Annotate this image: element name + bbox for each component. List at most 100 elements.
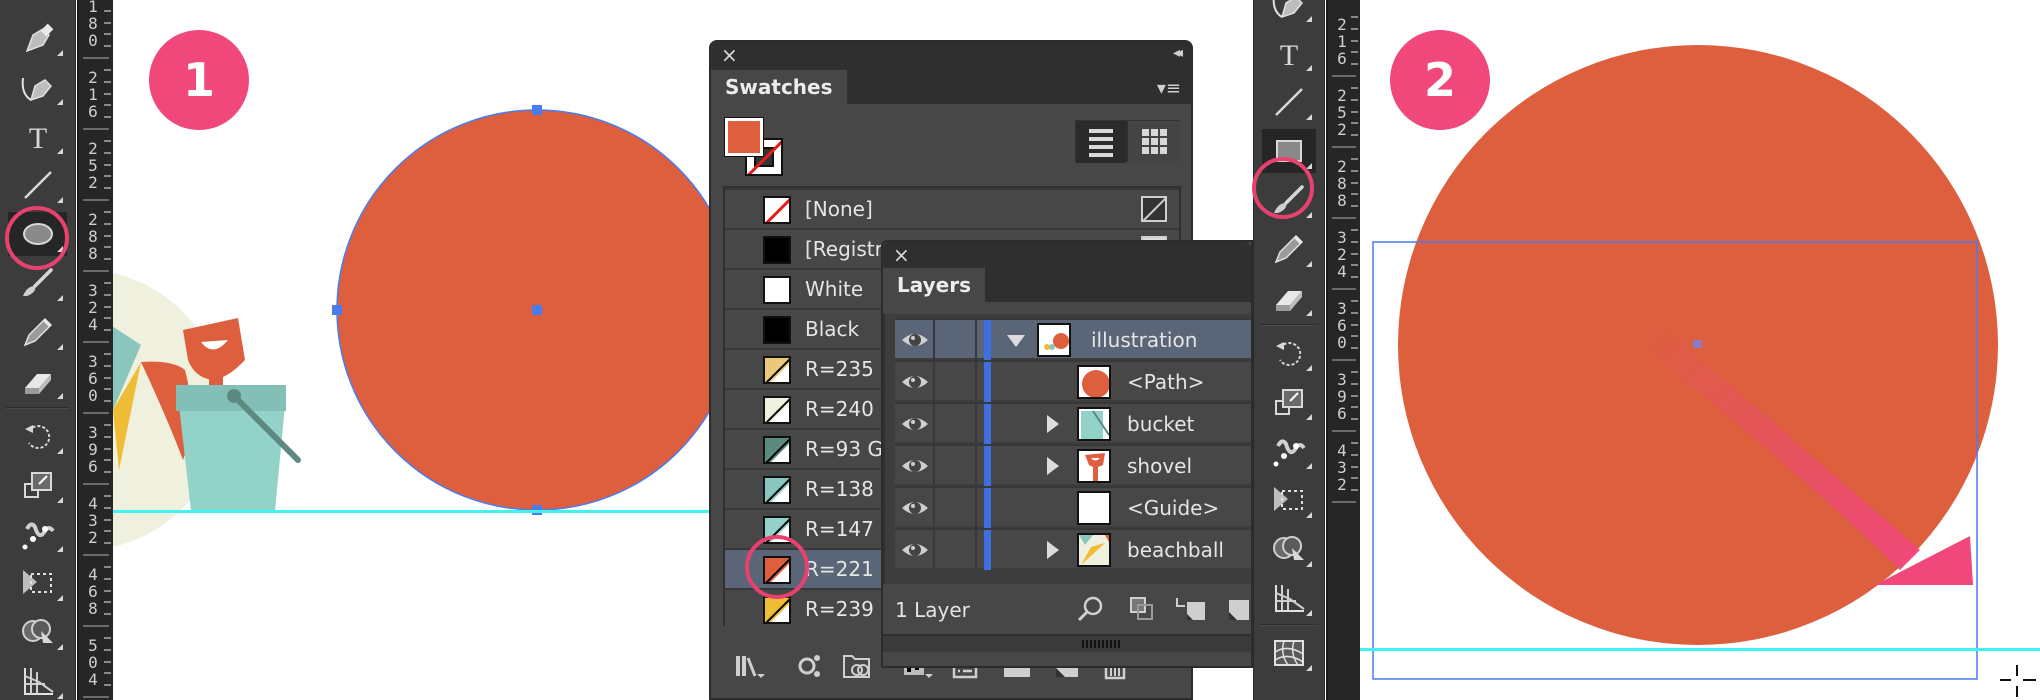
curvature-tool[interactable] bbox=[0, 63, 75, 111]
lock-toggle[interactable] bbox=[937, 488, 977, 528]
layers-list[interactable]: illustration <Path> bucket shovel <Guide> bea… bbox=[883, 314, 1251, 584]
layer-row[interactable]: illustration bbox=[895, 318, 1251, 360]
layer-name[interactable]: shovel bbox=[1127, 454, 1192, 478]
type-tool[interactable]: T bbox=[1254, 29, 1324, 77]
puppet-warp-tool[interactable] bbox=[0, 510, 75, 558]
visibility-toggle[interactable] bbox=[895, 530, 935, 570]
layer-name[interactable]: <Guide> bbox=[1127, 496, 1219, 520]
ruler-minor-tick bbox=[104, 305, 111, 308]
twirl-closed-icon[interactable] bbox=[1047, 457, 1059, 475]
ruler-label: 216 bbox=[88, 68, 98, 121]
visibility-toggle[interactable] bbox=[895, 404, 935, 444]
close-icon[interactable]: × bbox=[721, 44, 738, 66]
rotate-tool[interactable] bbox=[0, 412, 75, 460]
ruler-minor-tick bbox=[104, 506, 111, 509]
ruler-label: 432 bbox=[88, 494, 98, 547]
pencil-tool[interactable] bbox=[1254, 225, 1324, 273]
curvature-tool[interactable] bbox=[1254, 0, 1324, 28]
swatch-libraries-icon[interactable] bbox=[733, 650, 767, 682]
locate-object-icon[interactable] bbox=[1075, 594, 1105, 624]
twirl-open-icon[interactable] bbox=[1007, 335, 1025, 347]
shape-builder-tool[interactable] bbox=[0, 608, 75, 656]
visibility-toggle[interactable] bbox=[895, 362, 935, 402]
new-layer-icon[interactable] bbox=[1223, 594, 1253, 624]
shape-builder-tool[interactable] bbox=[1254, 525, 1324, 573]
lock-toggle[interactable] bbox=[937, 320, 977, 360]
ruler-minor-tick bbox=[104, 447, 111, 450]
collapse-panel-icon[interactable]: ◂◂ bbox=[1173, 45, 1183, 61]
visibility-toggle[interactable] bbox=[895, 488, 935, 528]
layer-color-indicator bbox=[984, 488, 991, 528]
panel-menu-icon[interactable]: ▾≡ bbox=[1157, 78, 1181, 99]
cc-library-icon[interactable] bbox=[841, 650, 875, 682]
show-kinds-icon[interactable] bbox=[795, 650, 829, 682]
puppet-warp-tool[interactable] bbox=[1254, 427, 1324, 475]
ruler-label: 288 bbox=[88, 210, 98, 263]
lock-toggle[interactable] bbox=[937, 404, 977, 444]
ruler-minor-tick bbox=[104, 139, 111, 142]
free-transform-tool[interactable] bbox=[1254, 476, 1324, 524]
flyout-indicator-icon bbox=[57, 148, 63, 154]
layer-row[interactable]: <Path> bbox=[895, 360, 1251, 402]
layer-name[interactable]: illustration bbox=[1091, 328, 1197, 352]
ruler-major-tick bbox=[83, 341, 109, 343]
layer-name[interactable]: beachball bbox=[1127, 538, 1224, 562]
anchor-point-top bbox=[532, 105, 542, 115]
horizontal-guide[interactable] bbox=[1360, 648, 2040, 651]
grid-view-button[interactable] bbox=[1128, 121, 1180, 163]
make-clipping-mask-icon[interactable] bbox=[1127, 594, 1157, 624]
lock-toggle[interactable] bbox=[937, 446, 977, 486]
mesh-tool[interactable] bbox=[1254, 629, 1324, 677]
pencil-tool[interactable] bbox=[0, 308, 75, 356]
scale-icon bbox=[23, 472, 52, 498]
layer-name[interactable]: <Path> bbox=[1127, 370, 1204, 394]
bucket[interactable] bbox=[176, 385, 301, 511]
swatch-row[interactable]: [None] bbox=[725, 188, 1179, 228]
perspective-grid-tool[interactable] bbox=[0, 657, 75, 700]
step2-artwork[interactable] bbox=[1360, 0, 2040, 700]
perspective-grid-tool[interactable] bbox=[1254, 574, 1324, 622]
layer-row[interactable]: <Guide> bbox=[895, 486, 1251, 528]
rotate-tool[interactable] bbox=[1254, 329, 1324, 377]
highlight-ring-rectangle-tool bbox=[1252, 157, 1314, 219]
layer-row[interactable]: bucket bbox=[895, 402, 1251, 444]
eraser-tool[interactable] bbox=[0, 357, 75, 405]
swatches-titlebar[interactable]: × ◂◂ bbox=[711, 42, 1191, 70]
scale-tool[interactable] bbox=[1254, 378, 1324, 426]
layers-resize-bar[interactable] bbox=[883, 634, 1251, 652]
free-transform-tool[interactable] bbox=[0, 559, 75, 607]
tab-swatches[interactable]: Swatches bbox=[711, 70, 847, 106]
layer-row[interactable]: beachball bbox=[895, 528, 1251, 570]
artboard-canvas-step2[interactable]: 2 bbox=[1360, 0, 2040, 700]
eye-icon bbox=[902, 502, 928, 514]
perspective-grid-icon bbox=[23, 668, 54, 695]
eraser-tool[interactable] bbox=[1254, 274, 1324, 322]
ruler-minor-tick bbox=[104, 636, 111, 639]
layer-row[interactable]: shovel bbox=[895, 444, 1251, 486]
list-view-button[interactable] bbox=[1076, 121, 1126, 163]
new-sublayer-icon[interactable] bbox=[1173, 594, 1207, 624]
swatch-color-chip bbox=[763, 236, 791, 264]
type-tool[interactable]: T bbox=[0, 112, 75, 160]
line-tool[interactable] bbox=[1254, 78, 1324, 126]
svg-text:T: T bbox=[1280, 39, 1298, 72]
resize-grip-icon[interactable] bbox=[1081, 640, 1122, 648]
twirl-closed-icon[interactable] bbox=[1047, 541, 1059, 559]
twirl-closed-icon[interactable] bbox=[1047, 415, 1059, 433]
fill-stroke-indicator[interactable] bbox=[724, 117, 785, 178]
layers-tabstrip: Layers bbox=[883, 268, 1251, 304]
selected-ellipse-path[interactable] bbox=[332, 105, 738, 515]
layer-name[interactable]: bucket bbox=[1127, 412, 1194, 436]
tab-layers[interactable]: Layers bbox=[883, 268, 985, 304]
lock-toggle[interactable] bbox=[937, 362, 977, 402]
fill-swatch[interactable] bbox=[724, 117, 764, 157]
pen-tool[interactable] bbox=[0, 14, 75, 62]
line-tool[interactable] bbox=[0, 161, 75, 209]
flyout-indicator-icon bbox=[57, 644, 63, 650]
scale-tool[interactable] bbox=[0, 461, 75, 509]
layers-titlebar[interactable]: × bbox=[883, 242, 1251, 268]
visibility-toggle[interactable] bbox=[895, 446, 935, 486]
close-icon[interactable]: × bbox=[893, 244, 910, 266]
lock-toggle[interactable] bbox=[937, 530, 977, 570]
visibility-toggle[interactable] bbox=[895, 320, 935, 360]
